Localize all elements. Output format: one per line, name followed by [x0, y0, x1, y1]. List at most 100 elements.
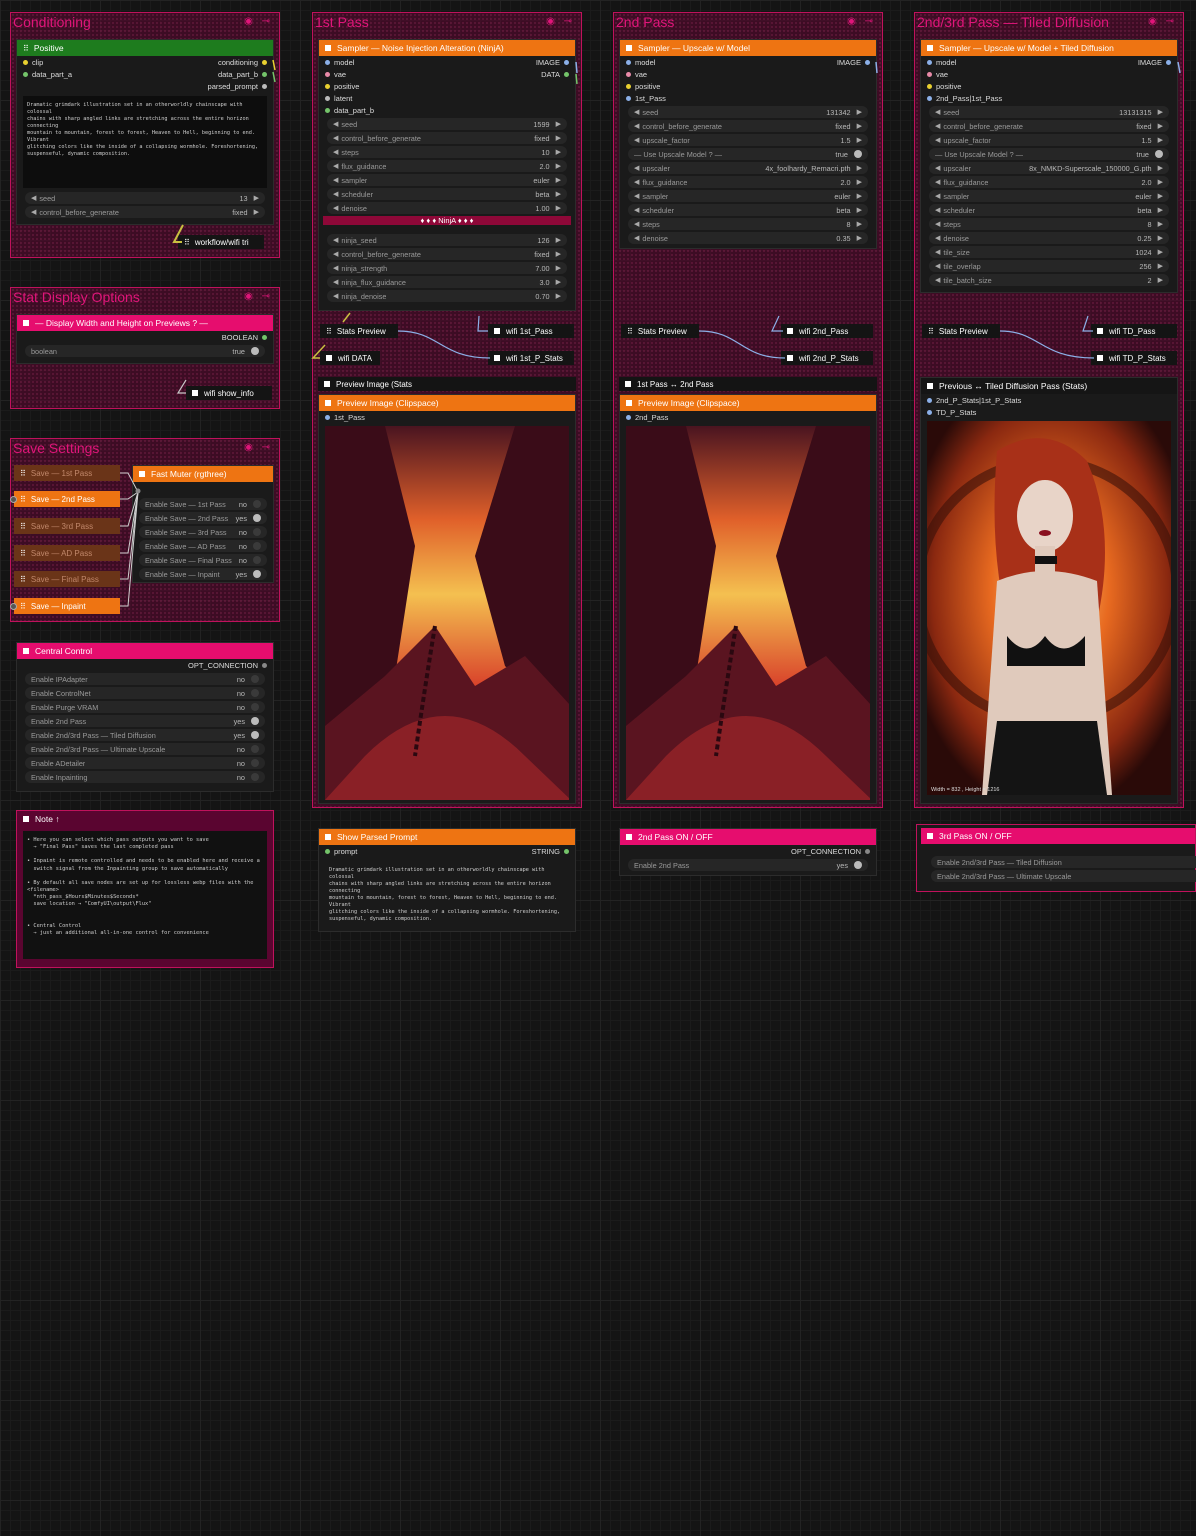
node-header[interactable]: Preview Image (Clipspace): [319, 395, 575, 411]
decrement-arrow-icon[interactable]: ◀: [935, 108, 940, 116]
input-dot-icon[interactable]: [325, 107, 330, 113]
ninja-ninja-flux-guidance[interactable]: ◀ ninja_flux_guidance 3.0 ▶: [327, 276, 567, 288]
wifi-2nd-pass-node[interactable]: wifi 2nd_Pass: [781, 324, 873, 338]
input-dot-icon[interactable]: [325, 59, 330, 65]
drag-handle-icon[interactable]: ⠿: [20, 575, 26, 584]
muter-enable-save-3rd-pass[interactable]: Enable Save — 3rd Pass no: [139, 526, 267, 538]
wifi-1st-pass-node[interactable]: wifi 1st_Pass: [488, 324, 574, 338]
decrement-arrow-icon[interactable]: ◀: [935, 178, 940, 186]
decrement-arrow-icon[interactable]: ◀: [333, 292, 338, 300]
save-node-3rd-pass[interactable]: ⠿ Save — 3rd Pass: [14, 518, 120, 534]
toggle-knob-icon[interactable]: [253, 556, 261, 564]
increment-arrow-icon[interactable]: ▶: [1158, 178, 1163, 186]
decrement-arrow-icon[interactable]: ◀: [333, 120, 338, 128]
decrement-arrow-icon[interactable]: ◀: [634, 178, 639, 186]
increment-arrow-icon[interactable]: ▶: [857, 108, 862, 116]
upscale-control-before-generate[interactable]: ◀ control_before_generate fixed ▶: [628, 120, 868, 132]
node-header[interactable]: Preview Image (Clipspace): [620, 395, 876, 411]
increment-arrow-icon[interactable]: ▶: [1158, 206, 1163, 214]
increment-arrow-icon[interactable]: ▶: [556, 292, 561, 300]
output-dot-icon[interactable]: [262, 71, 267, 77]
drag-handle-icon[interactable]: ⠿: [20, 469, 26, 478]
tiled-flux-guidance[interactable]: ◀ flux_guidance 2.0 ▶: [929, 176, 1169, 188]
increment-arrow-icon[interactable]: ▶: [254, 194, 259, 202]
decrement-arrow-icon[interactable]: ◀: [935, 276, 940, 284]
toggle-knob-icon[interactable]: [1155, 150, 1163, 158]
decrement-arrow-icon[interactable]: ◀: [634, 220, 639, 228]
increment-arrow-icon[interactable]: ▶: [254, 208, 259, 216]
compare-tiled-node[interactable]: Previous ↔ Tiled Diffusion Pass (Stats) …: [920, 377, 1178, 804]
display-options-node[interactable]: — Display Width and Height on Previews ?…: [16, 314, 274, 364]
node-collapse-icon[interactable]: [325, 834, 331, 840]
output-dot-icon[interactable]: [564, 848, 569, 854]
node-header[interactable]: ⠿ Positive: [17, 40, 273, 56]
tiled-use-upscale-model[interactable]: — Use Upscale Model ? — true: [929, 148, 1169, 160]
central-control-node[interactable]: Central Control OPT_CONNECTION Enable IP…: [16, 642, 274, 792]
increment-arrow-icon[interactable]: ▶: [556, 120, 561, 128]
input-dot-icon[interactable]: [626, 71, 631, 77]
input-dot-icon[interactable]: [927, 59, 932, 65]
upscale-sampler-node[interactable]: Sampler — Upscale w/ Model model IMAGE va…: [619, 39, 877, 249]
decrement-arrow-icon[interactable]: ◀: [634, 206, 639, 214]
positive-node[interactable]: ⠿ Positive clip conditioning data_part_a da…: [16, 39, 274, 225]
toggle-knob-icon[interactable]: [253, 528, 261, 536]
decrement-arrow-icon[interactable]: ◀: [935, 164, 940, 172]
node-header[interactable]: — Display Width and Height on Previews ?…: [17, 315, 273, 331]
node-collapse-icon[interactable]: [626, 834, 632, 840]
node-collapse-icon[interactable]: [927, 833, 933, 839]
wifi-data-node[interactable]: wifi DATA: [320, 351, 380, 365]
decrement-arrow-icon[interactable]: ◀: [935, 136, 940, 144]
decrement-arrow-icon[interactable]: ◀: [333, 176, 338, 184]
increment-arrow-icon[interactable]: ▶: [556, 250, 561, 258]
increment-arrow-icon[interactable]: ▶: [1158, 220, 1163, 228]
drag-handle-icon[interactable]: ⠿: [20, 495, 26, 504]
node-collapse-icon[interactable]: [927, 45, 933, 51]
drag-handle-icon[interactable]: ⠿: [20, 549, 26, 558]
node-collapse-icon[interactable]: [494, 355, 500, 361]
decrement-arrow-icon[interactable]: ◀: [333, 190, 338, 198]
node-header[interactable]: Fast Muter (rgthree): [133, 466, 273, 482]
output-dot-icon[interactable]: [262, 662, 267, 668]
output-dot-icon[interactable]: [564, 71, 569, 77]
group-icons[interactable]: ◉ ⊸: [244, 16, 273, 27]
output-dot-icon[interactable]: [865, 59, 870, 65]
output-dot-icon[interactable]: [262, 83, 267, 89]
decrement-arrow-icon[interactable]: ◀: [634, 122, 639, 130]
increment-arrow-icon[interactable]: ▶: [556, 264, 561, 272]
ninja-steps[interactable]: ◀ steps 10 ▶: [327, 146, 567, 158]
group-icons[interactable]: ◉ ⊸: [1148, 16, 1177, 27]
preview-image[interactable]: [626, 426, 870, 800]
ninja-sampler[interactable]: ◀ sampler euler ▶: [327, 174, 567, 186]
node-collapse-icon[interactable]: [324, 381, 330, 387]
decrement-arrow-icon[interactable]: ◀: [634, 234, 639, 242]
input-dot-icon[interactable]: [927, 409, 932, 415]
increment-arrow-icon[interactable]: ▶: [556, 176, 561, 184]
wifi-1st-p-stats-node[interactable]: wifi 1st_P_Stats: [488, 351, 574, 365]
input-dot-icon[interactable]: [927, 83, 932, 89]
wifi-show-info-node[interactable]: wifi show_info: [186, 386, 272, 400]
show-parsed-prompt-node[interactable]: Show Parsed Prompt prompt STRING Dramatic…: [318, 828, 576, 932]
output-dot-icon[interactable]: [564, 59, 569, 65]
enable-tiled-diffusion-toggle[interactable]: Enable 2nd/3rd Pass — Tiled Diffusion: [931, 856, 1196, 868]
tiled-control-before-generate[interactable]: ◀ control_before_generate fixed ▶: [929, 120, 1169, 132]
upscale-upscale-factor[interactable]: ◀ upscale_factor 1.5 ▶: [628, 134, 868, 146]
node-collapse-icon[interactable]: [787, 355, 793, 361]
parsed-prompt-text[interactable]: Dramatic grimdark illustration set in an…: [325, 861, 569, 927]
central-enable-ipadapter[interactable]: Enable IPAdapter no: [25, 673, 265, 685]
decrement-arrow-icon[interactable]: ◀: [634, 136, 639, 144]
increment-arrow-icon[interactable]: ▶: [857, 206, 862, 214]
decrement-arrow-icon[interactable]: ◀: [333, 162, 338, 170]
toggle-knob-icon[interactable]: [251, 347, 259, 355]
increment-arrow-icon[interactable]: ▶: [556, 278, 561, 286]
upscale-use-upscale-model[interactable]: — Use Upscale Model ? — true: [628, 148, 868, 160]
decrement-arrow-icon[interactable]: ◀: [935, 262, 940, 270]
decrement-arrow-icon[interactable]: ◀: [333, 264, 338, 272]
tiled-sampler-node[interactable]: Sampler — Upscale w/ Model + Tiled Diffu…: [920, 39, 1178, 293]
decrement-arrow-icon[interactable]: ◀: [333, 250, 338, 258]
enable-2nd-pass-toggle[interactable]: Enable 2nd Pass yes: [628, 859, 868, 871]
ninja-control-before-generate[interactable]: ◀ control_before_generate fixed ▶: [327, 132, 567, 144]
increment-arrow-icon[interactable]: ▶: [556, 190, 561, 198]
decrement-arrow-icon[interactable]: ◀: [935, 122, 940, 130]
node-collapse-icon[interactable]: [139, 471, 145, 477]
drag-handle-icon[interactable]: ⠿: [20, 522, 26, 531]
